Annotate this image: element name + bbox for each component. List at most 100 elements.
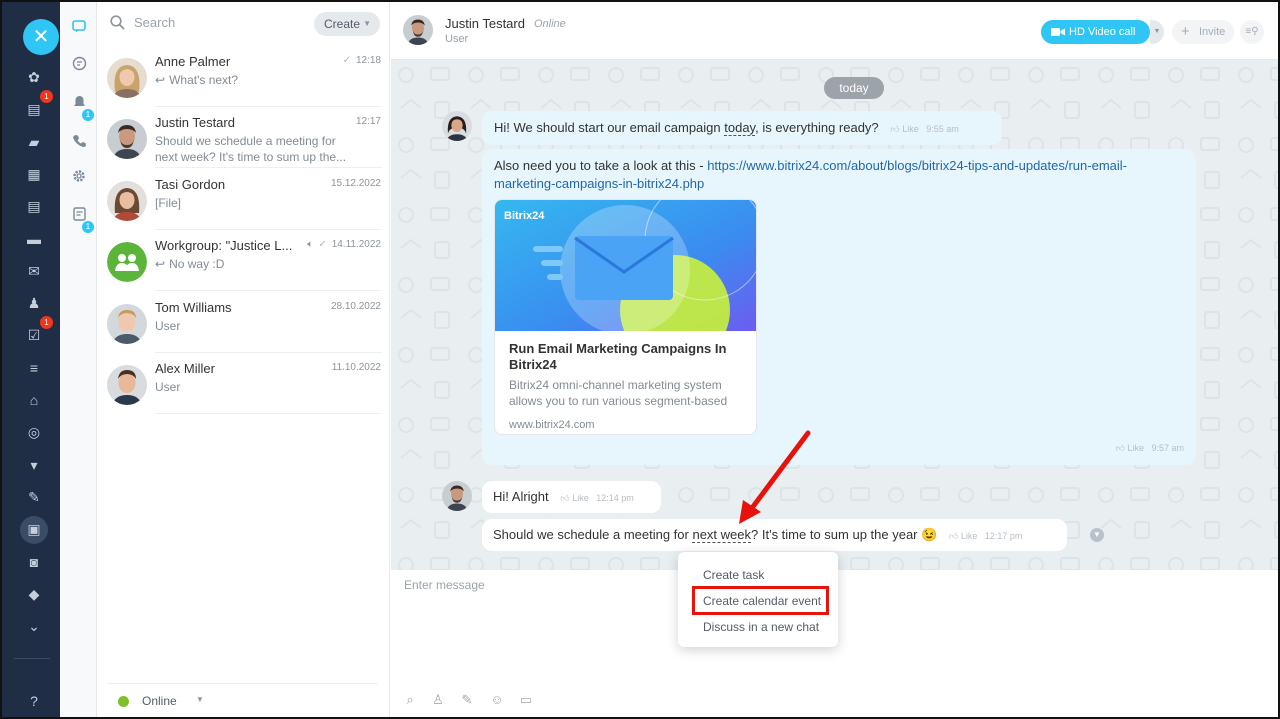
like-button[interactable]: Like bbox=[902, 124, 919, 134]
avatar bbox=[107, 242, 147, 283]
video-call-menu-button[interactable]: ▼ bbox=[1150, 20, 1164, 44]
sites-icon[interactable]: ⌂ bbox=[21, 387, 47, 413]
online-status-dot bbox=[118, 696, 129, 707]
chat-name: Tom Williams bbox=[155, 299, 232, 315]
like-icon[interactable]: 👍︎ bbox=[890, 124, 899, 134]
chat-time-value: 14.11.2022 bbox=[331, 239, 381, 251]
drive-icon[interactable]: ▬ bbox=[21, 226, 47, 252]
openlines-icon[interactable] bbox=[68, 56, 90, 78]
chat-time-value: 11.10.2022 bbox=[331, 362, 381, 373]
date-separator: today bbox=[824, 77, 884, 99]
chat-list-panel: Create ▼ Anne Palmer ✓12:18 ↩ What's next? J… bbox=[98, 2, 390, 717]
reply-icon: ↩ bbox=[155, 257, 166, 272]
annotation-arrow bbox=[739, 430, 811, 524]
filter-icon[interactable]: ≡ bbox=[21, 355, 47, 381]
message-text: Should we schedule a meeting for bbox=[493, 527, 693, 542]
rail-glyph: ◆ bbox=[28, 585, 40, 602]
chat-name: Anne Palmer bbox=[155, 54, 231, 69]
avatar[interactable] bbox=[442, 481, 472, 511]
search-input[interactable] bbox=[134, 15, 304, 30]
date-mention-link[interactable]: today bbox=[724, 120, 756, 136]
robot-icon[interactable]: ◙ bbox=[21, 549, 47, 575]
more-icon[interactable]: ⌄ bbox=[21, 613, 47, 639]
message-menu-icon[interactable]: ▼ bbox=[1090, 528, 1104, 542]
like-button[interactable]: Like bbox=[572, 493, 589, 503]
chat-name: Justin Testard bbox=[155, 115, 235, 131]
chat-list-item[interactable]: Tasi Gordon 15.12.2022 [File] bbox=[98, 169, 390, 230]
like-icon[interactable]: 👍︎ bbox=[560, 493, 569, 503]
document-icon[interactable]: ▤ bbox=[21, 193, 47, 219]
message-text: , is everything ready? bbox=[755, 120, 879, 135]
group-icon[interactable]: ♟ bbox=[21, 290, 47, 316]
notifications-icon[interactable]: 1 bbox=[68, 94, 94, 121]
like-button[interactable]: Like bbox=[1127, 443, 1144, 453]
calendar-icon[interactable]: ▦ bbox=[21, 161, 47, 187]
cart-icon[interactable]: ▾ bbox=[21, 452, 47, 478]
divider bbox=[155, 413, 382, 414]
create-button[interactable]: Create ▼ bbox=[314, 12, 380, 36]
mail-icon[interactable]: ✉ bbox=[21, 258, 47, 284]
invite-button[interactable]: + Invite bbox=[1172, 20, 1234, 44]
close-icon[interactable]: ✕ bbox=[23, 19, 59, 55]
contact-name[interactable]: Justin Testard bbox=[445, 16, 525, 31]
help-icon[interactable]: ? bbox=[21, 688, 47, 714]
chat-list-item[interactable]: Justin Testard 12:17 Should we schedule a … bbox=[98, 107, 390, 169]
settings-icon[interactable] bbox=[68, 168, 90, 190]
chat-time: ✓ 12:18 bbox=[343, 55, 381, 66]
tasks-icon[interactable]: 1 bbox=[68, 206, 94, 233]
message-bubble[interactable]: Hi! We should start our email campaign t… bbox=[482, 111, 1002, 145]
sign-icon[interactable]: ✎ bbox=[21, 484, 47, 510]
card-brand-logo: Bitrix24 bbox=[504, 210, 545, 222]
rail-glyph: ▦ bbox=[27, 165, 41, 182]
chat-list-item[interactable]: Tom Williams 28.10.2022 User bbox=[98, 292, 390, 353]
create-task-menu-item[interactable]: Create task bbox=[703, 568, 764, 582]
like-icon[interactable]: 👍︎ bbox=[949, 531, 958, 541]
news-icon[interactable]: ▤ 1 bbox=[21, 90, 53, 122]
discuss-new-chat-menu-item[interactable]: Discuss in a new chat bbox=[703, 620, 819, 634]
avatar[interactable] bbox=[403, 15, 433, 45]
message-bubble[interactable]: Also need you to take a look at this - h… bbox=[482, 149, 1196, 465]
message-bubble[interactable]: Hi! Alright 👍︎ Like 12:14 pm bbox=[482, 481, 661, 513]
chat-list-item[interactable]: Alex Miller 11.10.2022 User bbox=[98, 353, 390, 414]
chat-search-bar: Create ▼ bbox=[98, 2, 390, 46]
chat-last-message: ↩ No way :D bbox=[155, 256, 355, 272]
message-time: 12:14 pm bbox=[596, 493, 634, 503]
invite-label: Invite bbox=[1199, 26, 1226, 38]
contact-role: User bbox=[445, 33, 469, 45]
activity-icon[interactable]: ✿ bbox=[21, 64, 47, 90]
contact-card-icon[interactable]: ▣ bbox=[20, 516, 48, 545]
smile-icon[interactable]: ☺ bbox=[488, 691, 506, 709]
chat-list-item[interactable]: Workgroup: "Justice L... 🔈︎ ✓ 14.11.2022 ↩ No… bbox=[98, 230, 390, 292]
muted-icon: 🔈︎ bbox=[307, 239, 314, 251]
chats-icon[interactable] bbox=[68, 18, 90, 40]
task-icon[interactable]: ☑ 1 bbox=[21, 316, 53, 348]
chat-time-value: 12:17 bbox=[355, 116, 381, 128]
card-title: Run Email Marketing Campaigns In Bitrix2… bbox=[509, 341, 727, 372]
attach-icon[interactable]: ⌕ bbox=[401, 691, 419, 709]
left-rail: ✕ ✿ ▤ 1 ▰ ▦ ▤ ▬ ✉ ♟ ☑ 1 ≡ ⌂ ◎ ▾ ✎ ▣ ◙ ◆ ⌄ ? bbox=[2, 2, 60, 717]
edit-icon[interactable]: ✎ bbox=[458, 691, 476, 709]
phone-icon[interactable] bbox=[68, 132, 90, 154]
rail-glyph: ▬ bbox=[27, 230, 41, 247]
create-button-label: Create bbox=[324, 17, 361, 31]
search-in-chat-icon[interactable]: ≡⚲ bbox=[1240, 20, 1264, 44]
date-mention-link[interactable]: next week bbox=[692, 527, 752, 543]
chat-icon[interactable]: ▰ bbox=[21, 129, 47, 155]
mention-user-icon[interactable]: ♙ bbox=[429, 691, 447, 709]
chat-last-message: User bbox=[155, 379, 355, 395]
avatar[interactable] bbox=[442, 111, 472, 141]
chat-list-item[interactable]: Anne Palmer ✓ 12:18 ↩ What's next? bbox=[98, 46, 390, 107]
rail-glyph: ✉ bbox=[28, 262, 40, 279]
like-button[interactable]: Like bbox=[961, 531, 978, 541]
target-icon[interactable]: ◎ bbox=[21, 419, 47, 445]
box-icon[interactable]: ◆ bbox=[21, 581, 47, 607]
like-icon[interactable]: 👍︎ bbox=[1116, 443, 1125, 453]
notifications-badge: 1 bbox=[82, 109, 94, 121]
status-selector[interactable]: Online ▼ bbox=[108, 683, 378, 717]
chat-time: 12:17 bbox=[356, 116, 381, 127]
gallery-icon[interactable]: ▭ bbox=[517, 691, 535, 709]
chat-last-message-text: What's next? bbox=[169, 73, 239, 87]
hd-video-call-button[interactable]: HD Video call bbox=[1041, 20, 1150, 44]
rail-glyph: ▰ bbox=[28, 133, 40, 150]
link-preview-card[interactable]: Bitrix24 Run Email Marketing Campaigns I… bbox=[494, 199, 757, 435]
